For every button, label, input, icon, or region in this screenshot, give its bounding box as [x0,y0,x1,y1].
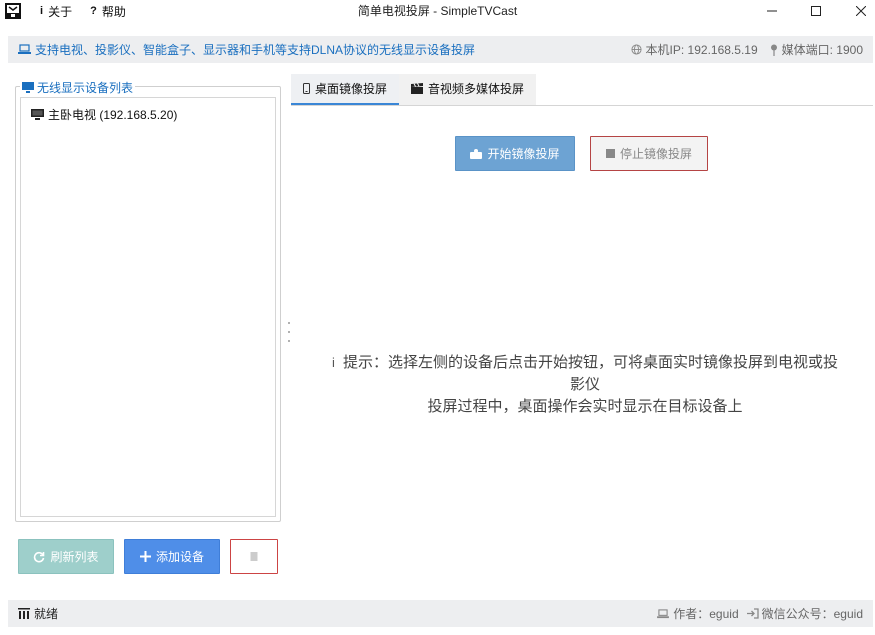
stop-mirror-button[interactable]: 停止镜像投屏 [590,136,708,171]
refresh-icon [33,551,45,563]
wechat-text: 微信公众号：eguid [761,607,863,621]
delete-device-button[interactable] [230,539,278,574]
credits: 作者：eguid 微信公众号：eguid [657,600,863,627]
device-list-legend: 无线显示设备列表 [20,79,136,96]
tab-media-cast[interactable]: 音视频多媒体投屏 [399,74,537,105]
tab-desktop-mirror[interactable]: 桌面镜像投屏 [291,74,400,105]
status-text: 就绪 [34,607,59,621]
question-icon: ? [90,5,97,17]
add-device-button[interactable]: 添加设备 [124,539,220,574]
laptop-icon [657,608,670,618]
plus-icon [139,551,151,562]
tab-divider [291,105,873,106]
stop-icon [605,149,615,158]
menu-about[interactable]: i 关于 [40,3,72,20]
device-label: 主卧电视 (192.168.5.20) [48,108,178,122]
pin-icon [770,44,777,56]
refresh-list-label: 刷新列表 [50,550,99,564]
support-notice: 支持电视、投影仪、智能盒子、显示器和手机等支持DLNA协议的无线显示设备投屏 [18,36,475,63]
maximize-icon [811,6,821,16]
maximize-button[interactable] [793,0,839,22]
refresh-list-button[interactable]: 刷新列表 [18,539,114,574]
app-icon[interactable] [5,3,21,19]
status-indicator: 就绪 [18,600,58,627]
close-icon [856,6,866,16]
device-list-group: 无线显示设备列表 主卧电视 (192.168.5.20) [15,79,281,522]
laptop-icon [18,44,31,54]
support-text: 支持电视、投影仪、智能盒子、显示器和手机等支持DLNA协议的无线显示设备投屏 [35,43,476,57]
hint-line-1: i 提示：选择左侧的设备后点击开始按钮，可将桌面实时镜像投屏到电视或投影仪 [330,352,840,396]
menu-help-label: 帮助 [101,4,126,19]
mirror-hint: i 提示：选择左侧的设备后点击开始按钮，可将桌面实时镜像投屏到电视或投影仪 投屏过… [330,352,840,418]
media-port: 媒体端口: 1900 [781,43,863,57]
add-device-label: 添加设备 [155,550,204,564]
hint-text-1: 提示：选择左侧的设备后点击开始按钮，可将桌面实时镜像投屏到电视或投影仪 [342,354,838,393]
info-bar: 支持电视、投影仪、智能盒子、显示器和手机等支持DLNA协议的无线显示设备投屏 本… [8,36,873,63]
panel-splitter[interactable] [286,322,292,342]
list-item[interactable]: 主卧电视 (192.168.5.20) [31,106,177,123]
trash-icon [250,550,258,564]
globe-icon [631,44,642,55]
sign-in-icon [746,608,759,619]
monitor-icon [31,109,44,120]
clapperboard-icon [411,83,424,94]
cast-icon [470,148,483,159]
monitor-icon [22,82,34,93]
network-info: 本机IP: 192.168.5.19 媒体端口: 1900 [631,36,863,63]
device-list[interactable]: 主卧电视 (192.168.5.20) [20,97,276,517]
tab-desktop-mirror-label: 桌面镜像投屏 [315,82,388,96]
tab-media-cast-label: 音视频多媒体投屏 [428,82,525,96]
tab-bar: 桌面镜像投屏 音视频多媒体投屏 [291,74,537,105]
start-mirror-button[interactable]: 开始镜像投屏 [455,136,575,171]
start-mirror-label: 开始镜像投屏 [487,147,560,161]
minimize-button[interactable] [749,0,795,22]
local-ip: 本机IP: 192.168.5.19 [645,43,758,57]
info-icon: i [40,5,44,17]
phone-icon [303,83,310,94]
menu-about-label: 关于 [48,4,73,19]
menu-help[interactable]: ? 帮助 [90,3,126,20]
device-list-title: 无线显示设备列表 [37,81,134,95]
minimize-icon [767,10,777,12]
info-icon: i [332,355,335,370]
status-bar: 就绪 作者：eguid 微信公众号：eguid [8,600,873,627]
menu-bar: i 关于 ? 帮助 [40,0,144,22]
title-bar: i 关于 ? 帮助 简单电视投屏 - SimpleTVCast [0,0,875,22]
stop-mirror-label: 停止镜像投屏 [619,147,692,161]
bar-chart-icon [18,608,30,619]
close-button[interactable] [838,0,875,22]
author-text: 作者：eguid [673,607,739,621]
hint-text-2: 投屏过程中，桌面操作会实时显示在目标设备上 [427,398,743,415]
